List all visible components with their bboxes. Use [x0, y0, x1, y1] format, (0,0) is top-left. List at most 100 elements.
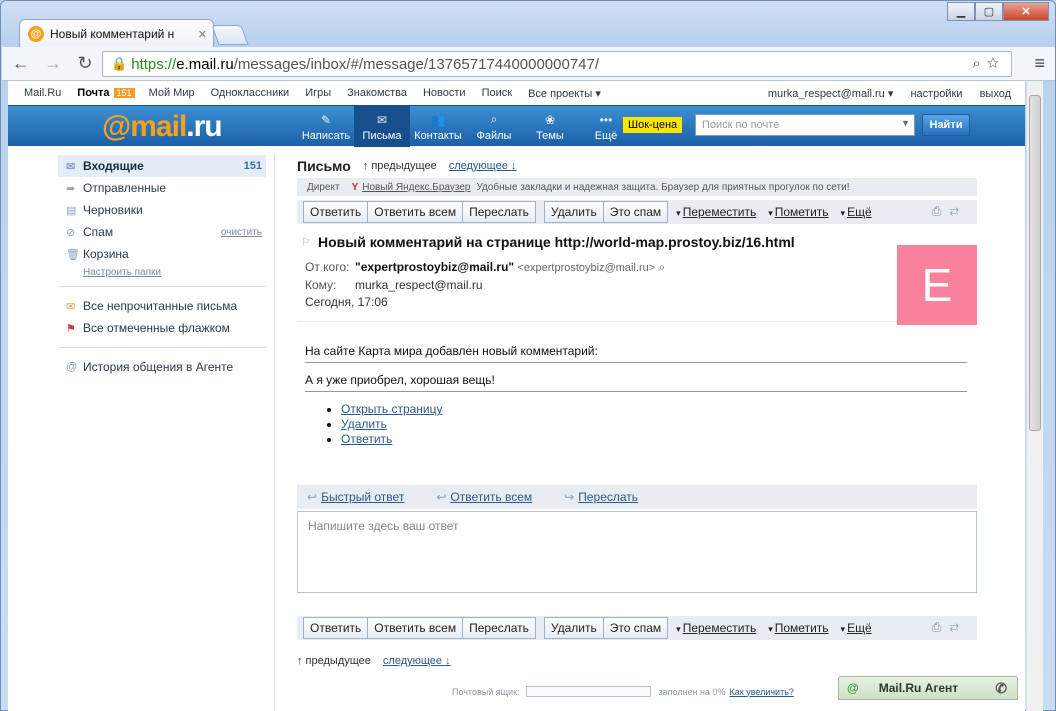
logout-link[interactable]: выход [980, 88, 1011, 100]
phone-icon[interactable]: ✆ [995, 680, 1007, 697]
browser-tab[interactable]: @ Новый комментарий н ✕ [19, 19, 214, 47]
spam-button[interactable]: Это спам [604, 202, 667, 222]
mailbox-quota: Почтовый ящик: заполнен на 0% Как увелич… [452, 686, 794, 697]
more-menu[interactable]: Ещё [841, 621, 872, 635]
forward-button[interactable]: Переслать [463, 618, 535, 638]
forward-button[interactable]: Переслать [463, 202, 535, 222]
print-icon[interactable]: ⎙ [932, 204, 950, 218]
sender-name[interactable]: "expertprostoybiz@mail.ru" [355, 260, 514, 274]
agent-icon: @ [847, 681, 859, 695]
translate-icon[interactable]: ⇄ [949, 204, 967, 218]
portal-link-games[interactable]: Игры [305, 87, 331, 99]
mail-header: @mail.ru ✎ Написать ✉ Письма 👥 Контакты ⌕ Фа… [8, 105, 1025, 147]
portal-link-all-projects[interactable]: Все проекты ▾ [528, 87, 601, 100]
nav-compose[interactable]: ✎ Написать [298, 106, 354, 147]
tab-close-icon[interactable]: ✕ [198, 28, 207, 41]
column-divider [274, 155, 275, 711]
flag-outline-icon[interactable]: ⚐ [301, 237, 310, 248]
move-menu[interactable]: Переместить [676, 621, 757, 635]
scroll-thumb[interactable] [1029, 95, 1041, 431]
portal-link-myworld[interactable]: Мой Мир [149, 87, 195, 99]
sidebar: ✉ Входящие 151 ➦ Отправленные ▤ Черновики ⊘ С… [58, 155, 266, 378]
url-scheme: https:// [131, 55, 177, 73]
spam-button[interactable]: Это спам [604, 618, 667, 638]
nav-letters[interactable]: ✉ Письма [354, 106, 410, 147]
reply-button[interactable]: Ответить [304, 618, 369, 638]
bookmark-star-icon[interactable]: ☆ [987, 55, 1005, 72]
new-tab-button[interactable] [211, 25, 249, 45]
user-menu[interactable]: murka_respect@mail.ru ▾ [768, 88, 894, 100]
message-headers: От кого: "expertprostoybiz@mail.ru" <expe… [297, 259, 977, 311]
portal-link-news[interactable]: Новости [423, 87, 466, 99]
more-icon: ••• [599, 113, 613, 127]
browser-menu-icon[interactable]: ≡ [1034, 53, 1045, 74]
reply-link[interactable]: Ответить [341, 432, 392, 446]
quick-reply-all-link[interactable]: ↩ Ответить всем [436, 490, 532, 504]
close-window-button[interactable]: ✕ [1003, 2, 1049, 21]
ad-link[interactable]: Новый Яндекс.Браузер [362, 182, 470, 193]
prev-message-link[interactable]: ↑ предыдущее [297, 655, 371, 667]
search-icon[interactable]: ⌕ [972, 55, 986, 72]
delete-link[interactable]: Удалить [341, 417, 387, 431]
settings-link[interactable]: настройки [910, 88, 962, 100]
setup-folders-link[interactable]: Настроить папки [58, 267, 266, 278]
next-message-link[interactable]: следующее ↓ [449, 160, 517, 172]
promo-badge[interactable]: Шок-цена [623, 117, 683, 133]
portal-link-mailru[interactable]: Mail.Ru [24, 87, 61, 99]
reply-all-button[interactable]: Ответить всем [368, 202, 464, 222]
increase-quota-link[interactable]: Как увеличить? [730, 687, 794, 697]
quick-reply-textarea[interactable]: Напишите здесь ваш ответ [297, 511, 977, 593]
maximize-button[interactable]: ▢ [975, 2, 1003, 21]
back-icon[interactable]: ← [8, 51, 34, 77]
more-menu[interactable]: Ещё [841, 205, 872, 219]
nav-files[interactable]: ⌕ Файлы [466, 106, 522, 147]
trash-icon: 🗑 [66, 248, 80, 261]
action-toolbar-bottom: Ответить Ответить всем Переслать Удалить… [297, 616, 977, 640]
divider [58, 347, 266, 348]
sidebar-item-flagged[interactable]: ⚑ Все отмеченные флажком [58, 317, 266, 339]
prev-message-link[interactable]: ↑ предыдущее [363, 160, 437, 172]
quick-forward-link[interactable]: ↪ Переслать [564, 490, 638, 504]
portal-link-mail[interactable]: Почта [77, 87, 109, 99]
sidebar-item-agent-history[interactable]: @ История общения в Агенте [58, 356, 266, 378]
delete-button[interactable]: Удалить [545, 618, 604, 638]
next-message-link[interactable]: следующее ↓ [383, 655, 451, 667]
nav-contacts[interactable]: 👥 Контакты [410, 106, 466, 147]
quick-reply-link[interactable]: ↩ Быстрый ответ [307, 490, 404, 504]
mark-menu[interactable]: Пометить [768, 621, 829, 635]
scrollbar[interactable] [1026, 81, 1043, 711]
open-page-link[interactable]: Открыть страницу [341, 402, 443, 416]
translate-icon[interactable]: ⇄ [949, 620, 967, 634]
search-button[interactable]: Найти [922, 114, 970, 136]
print-icon[interactable]: ⎙ [932, 620, 950, 634]
reply-button[interactable]: Ответить [304, 202, 369, 222]
reply-all-button[interactable]: Ответить всем [368, 618, 464, 638]
quota-label: Почтовый ящик: [452, 686, 520, 697]
nav-themes[interactable]: ❀ Темы [522, 106, 578, 147]
agent-panel[interactable]: @ Mail.Ru Агент ✆ [838, 676, 1018, 700]
move-menu[interactable]: Переместить [676, 205, 757, 219]
delete-button[interactable]: Удалить [545, 202, 604, 222]
mark-menu[interactable]: Пометить [768, 205, 829, 219]
portal-link-search[interactable]: Поиск [482, 87, 512, 99]
chevron-down-icon[interactable]: ▼ [901, 118, 910, 128]
direct-label: Директ [307, 181, 340, 193]
sidebar-item-unread[interactable]: ✉ Все непрочитанные письма [58, 295, 266, 317]
address-bar[interactable]: 🔒 https://e.mail.ru/messages/inbox/#/mes… [102, 51, 1012, 77]
mail-search-input[interactable]: Поиск по почте ▼ [695, 114, 915, 136]
minimize-button[interactable]: ▁ [947, 2, 975, 21]
portal-link-ok[interactable]: Одноклассники [211, 87, 290, 99]
sidebar-item-spam[interactable]: ⊘ Спам очистить [58, 221, 266, 243]
reload-icon[interactable]: ↻ [72, 51, 98, 77]
sidebar-item-trash[interactable]: 🗑 Корзина [58, 243, 266, 265]
portal-link-dating[interactable]: Знакомства [347, 87, 407, 99]
forward-icon[interactable]: → [40, 51, 66, 77]
url-path: /messages/inbox/#/message/13765717440000… [233, 55, 600, 73]
clear-spam-link[interactable]: очистить [221, 227, 262, 238]
sidebar-item-drafts[interactable]: ▤ Черновики [58, 199, 266, 221]
sidebar-item-sent[interactable]: ➦ Отправленные [58, 177, 266, 199]
mailru-logo[interactable]: @mail.ru [102, 110, 223, 144]
magnifier-icon[interactable]: ⌕ [659, 260, 666, 274]
sidebar-item-inbox[interactable]: ✉ Входящие 151 [58, 155, 266, 177]
mail-count-badge: 151 [113, 88, 135, 98]
